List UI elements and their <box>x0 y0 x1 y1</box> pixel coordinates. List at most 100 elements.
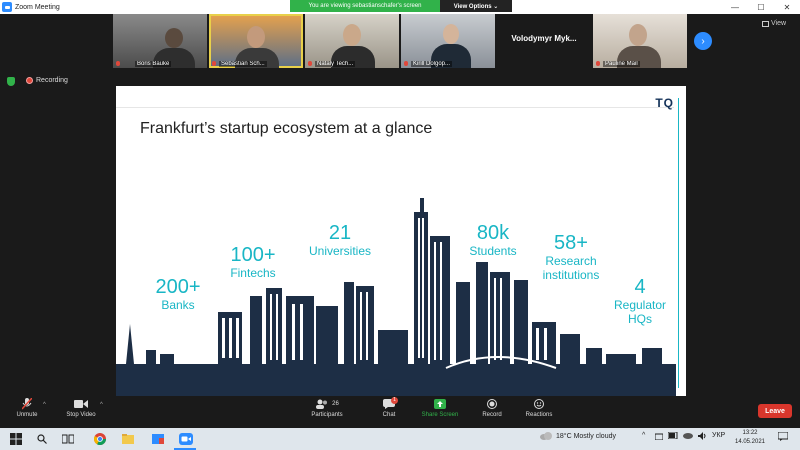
participant-tile[interactable]: Sebastian Sch... <box>209 14 303 68</box>
view-label: View <box>771 20 787 27</box>
stat-label: Regulator HQs <box>613 298 667 326</box>
window-controls: — ☐ ✕ <box>722 0 800 14</box>
weather-widget[interactable]: 18°C Mostly cloudy <box>540 432 616 440</box>
participant-tile[interactable]: Volodymyr Myk... <box>497 14 591 68</box>
reactions-icon <box>522 398 556 410</box>
stop-video-label: Stop Video <box>66 412 96 418</box>
shared-screen: TQ Frankfurt’s startup ecosystem at a gl… <box>116 86 686 396</box>
stat-banks: 200+ Banks <box>148 276 208 312</box>
chat-badge: 1 <box>391 397 398 404</box>
clock[interactable]: 13:22 14.05.2021 <box>732 429 768 447</box>
maximize-button[interactable]: ☐ <box>748 0 774 14</box>
minimize-button[interactable]: — <box>722 0 748 14</box>
shield-icon[interactable] <box>7 77 15 86</box>
audio-options-caret[interactable]: ^ <box>43 402 46 408</box>
participant-tile[interactable]: Boris Bauke <box>113 14 207 68</box>
participants-icon <box>316 399 328 409</box>
recording-label: Recording <box>36 77 68 84</box>
tray-chevron-icon[interactable]: ^ <box>642 432 645 439</box>
stat-label: Research institutions <box>542 254 600 282</box>
app-button[interactable] <box>150 431 166 447</box>
view-button[interactable]: View <box>762 20 786 27</box>
leave-button[interactable]: Leave <box>758 404 792 418</box>
reactions-label: Reactions <box>525 412 553 418</box>
stat-universities: 21 Universities <box>302 222 378 258</box>
mic-muted-icon <box>116 61 120 66</box>
language-indicator[interactable]: УКР <box>712 432 725 439</box>
participant-tile[interactable]: Kirill Dolgop... <box>401 14 495 68</box>
participant-name: Sebastian Sch... <box>219 61 267 67</box>
stat-number: 200+ <box>155 276 201 298</box>
share-screen-button[interactable]: Share Screen <box>418 398 462 418</box>
share-banner: You are viewing sebastianschafer's scree… <box>290 0 512 12</box>
stat-number: 21 <box>328 222 352 244</box>
participant-video <box>443 24 459 44</box>
participants-button[interactable]: 26 Participants <box>305 398 349 418</box>
windows-start-button[interactable] <box>8 431 24 447</box>
chrome-button[interactable] <box>92 431 108 447</box>
stat-number: 100+ <box>230 244 276 266</box>
stat-label: Fintechs <box>230 266 276 280</box>
stat-regulator-hqs: 4 Regulator HQs <box>608 276 672 326</box>
participants-label: Participants <box>311 412 343 418</box>
stat-number: 80k <box>476 222 510 244</box>
mic-muted-icon <box>10 398 44 410</box>
stat-number: 58+ <box>554 232 588 254</box>
stat-research-institutions: 58+ Research institutions <box>534 232 608 282</box>
participant-video <box>165 28 183 48</box>
battery-icon[interactable] <box>667 431 678 441</box>
task-view-button[interactable] <box>60 431 76 447</box>
view-options-button[interactable]: View Options ⌄ <box>440 0 512 12</box>
network-icon[interactable] <box>654 432 664 442</box>
participant-video <box>247 26 265 48</box>
record-icon <box>478 398 506 410</box>
unmute-button[interactable]: Unmute <box>10 398 44 418</box>
participant-name: Boris Bauke <box>135 61 172 67</box>
participant-name: Kirill Dolgop... <box>411 61 453 67</box>
mic-muted-icon <box>308 61 312 66</box>
record-button[interactable]: Record <box>478 398 506 418</box>
participant-name: Pauline Mail <box>603 61 640 67</box>
chat-button[interactable]: 1 Chat <box>374 397 404 418</box>
app-icon <box>152 434 164 444</box>
chevron-right-icon: › <box>701 35 705 47</box>
search-button[interactable] <box>34 431 50 447</box>
video-options-caret[interactable]: ^ <box>100 402 103 408</box>
recording-indicator[interactable]: Recording <box>26 77 68 84</box>
meeting-toolbar: Unmute ^ Stop Video ^ 26 Participants 1 … <box>0 396 800 428</box>
stat-number: 4 <box>634 276 646 298</box>
participant-name: Nataly Tech... <box>315 61 356 67</box>
file-explorer-button[interactable] <box>120 431 136 447</box>
mic-muted-icon <box>404 61 408 66</box>
gallery-next-button[interactable]: › <box>694 32 712 50</box>
participant-video <box>629 24 647 46</box>
grid-icon <box>762 20 769 27</box>
participant-gallery: Boris Bauke Sebastian Sch... Nataly Tech… <box>113 14 687 68</box>
chrome-icon <box>94 433 106 445</box>
window-title: Zoom Meeting <box>15 3 60 11</box>
participant-tile[interactable]: Pauline Mail <box>593 14 687 68</box>
onedrive-icon[interactable] <box>683 432 693 441</box>
share-screen-label: Share Screen <box>421 412 459 418</box>
participant-tile[interactable]: Nataly Tech... <box>305 14 399 68</box>
participant-count: 26 <box>332 401 339 407</box>
notifications-icon[interactable] <box>777 431 789 443</box>
clock-time: 13:22 <box>742 430 758 436</box>
viewing-screen-label: You are viewing sebastianschafer's scree… <box>290 0 440 12</box>
record-label: Record <box>482 412 502 418</box>
share-icon <box>418 398 462 410</box>
close-button[interactable]: ✕ <box>774 0 800 14</box>
stop-video-button[interactable]: Stop Video <box>60 398 102 418</box>
stat-label: Banks <box>161 298 195 312</box>
chat-label: Chat <box>382 412 396 418</box>
reactions-button[interactable]: Reactions <box>522 398 556 418</box>
stat-fintechs: 100+ Fintechs <box>222 244 284 280</box>
folder-icon <box>122 434 134 444</box>
zoom-taskbar-button[interactable] <box>178 431 194 447</box>
cloud-icon <box>540 432 552 440</box>
task-view-icon <box>62 434 74 444</box>
mic-muted-icon <box>596 61 600 66</box>
zoom-icon <box>2 2 12 12</box>
participant-name: Volodymyr Myk... <box>511 34 577 43</box>
volume-icon[interactable] <box>698 432 707 442</box>
